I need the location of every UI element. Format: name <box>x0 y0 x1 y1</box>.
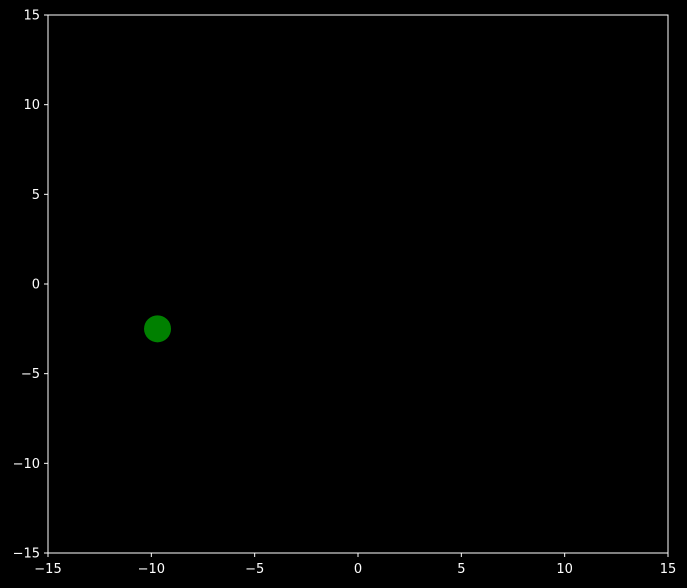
scatter-point <box>144 315 172 343</box>
data-points <box>144 315 172 343</box>
scatter-chart: −15 −10 −5 0 5 10 15 −15 −10 −5 0 5 10 15 <box>0 0 687 588</box>
y-tick-label: 10 <box>23 98 40 113</box>
y-tick-label: −10 <box>13 457 40 472</box>
x-tick-label: 5 <box>457 562 465 577</box>
x-tick-label: −10 <box>138 562 165 577</box>
y-tick-label: 5 <box>32 188 40 203</box>
y-tick-label: −5 <box>21 367 40 382</box>
x-tick-label: −5 <box>245 562 264 577</box>
x-tick-label: 0 <box>354 562 362 577</box>
y-tick-label: −15 <box>13 547 40 562</box>
x-tick-label: 15 <box>660 562 677 577</box>
x-tick-label: −15 <box>34 562 61 577</box>
x-tick-label: 10 <box>556 562 573 577</box>
y-tick-label: 0 <box>32 278 40 293</box>
plot-area-frame <box>47 14 669 554</box>
y-tick-label: 15 <box>23 9 40 24</box>
